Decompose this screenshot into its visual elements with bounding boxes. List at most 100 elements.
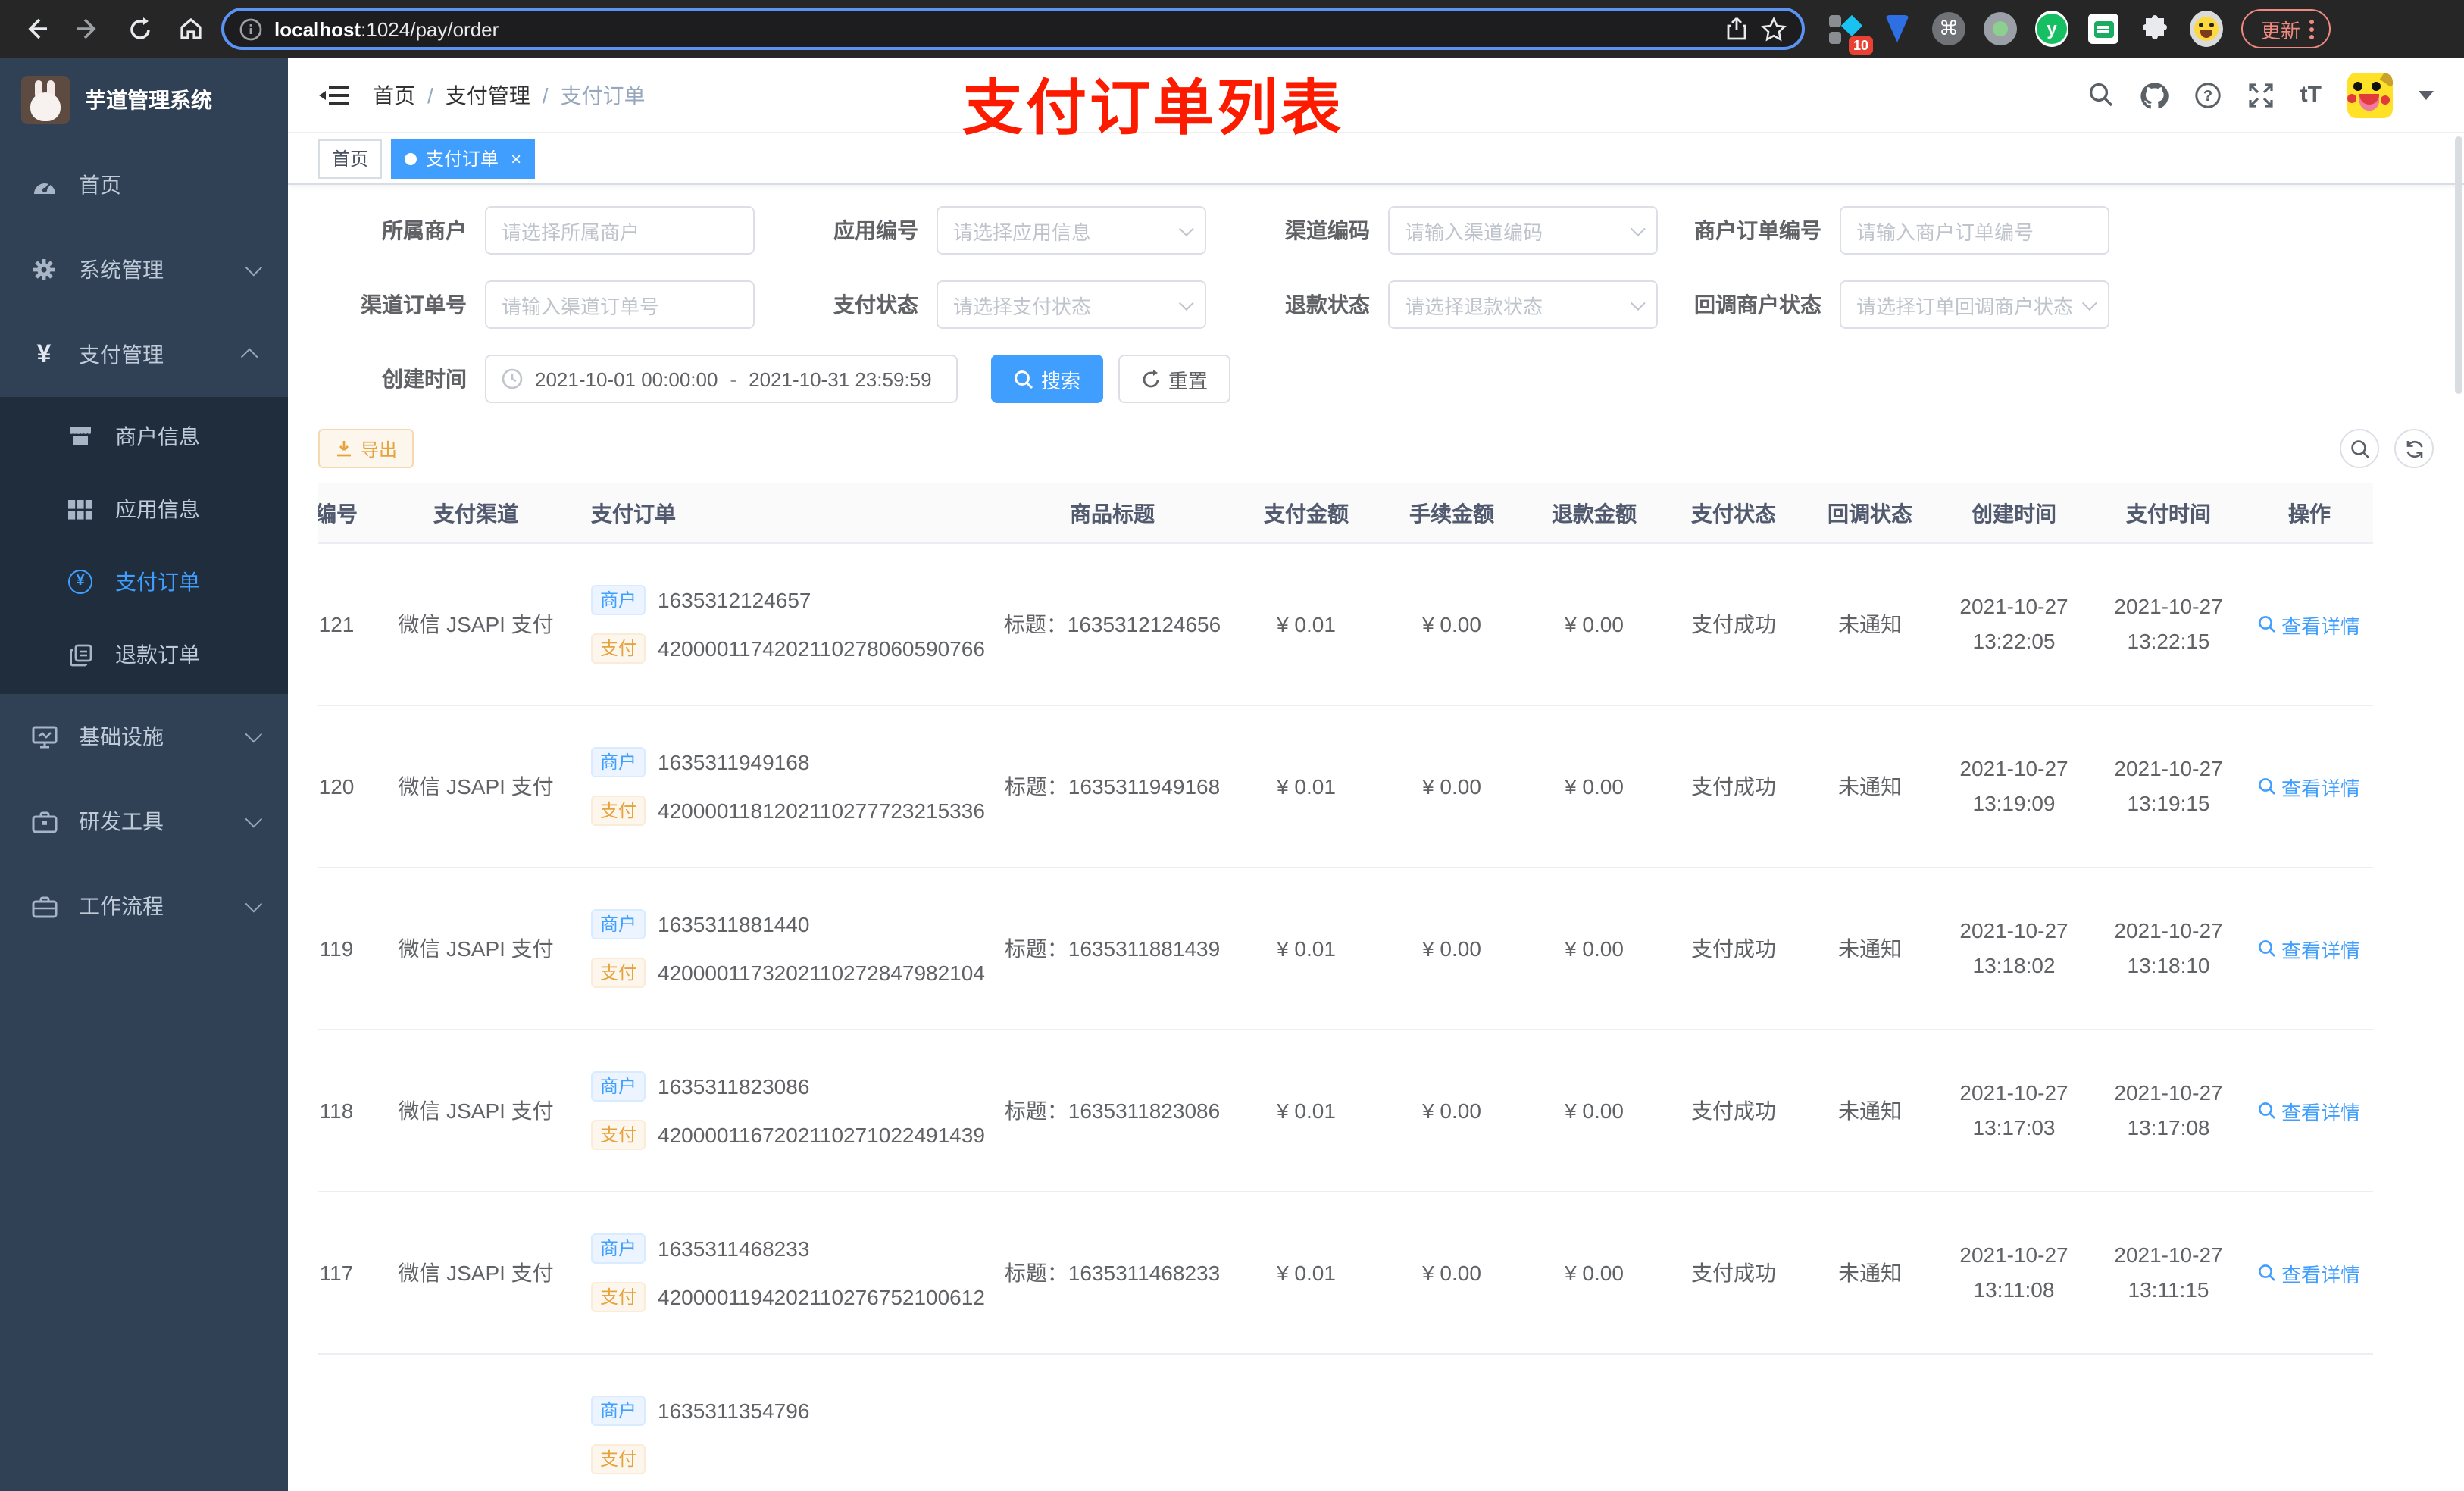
cell-id: 120 xyxy=(318,774,355,799)
cell-notify-status: 未通知 xyxy=(1838,1261,1902,1285)
sidebar-item-home[interactable]: 首页 xyxy=(0,142,288,227)
home-icon[interactable] xyxy=(170,8,212,50)
tab-pay-order[interactable]: 支付订单 × xyxy=(391,139,536,178)
view-detail-link[interactable]: 查看详情 xyxy=(2259,934,2360,963)
cell-amount: ¥ 0.01 xyxy=(1277,612,1336,636)
channel-order-no-input[interactable]: 请输入渠道订单号 xyxy=(485,280,755,329)
channel-order-no: 4200001181202110277723215336 xyxy=(658,799,985,823)
site-info-icon[interactable] xyxy=(239,17,262,40)
cell-fee: ¥ 0.00 xyxy=(1422,1261,1481,1285)
create-time-range-picker[interactable]: 2021-10-01 00:00:00 - 2021-10-31 23:59:5… xyxy=(485,355,958,403)
forward-icon[interactable] xyxy=(67,8,109,50)
y-extension-icon[interactable]: y xyxy=(2035,11,2068,47)
profile-avatar-icon[interactable] xyxy=(2190,11,2223,47)
breadcrumb-pay-mgmt[interactable]: 支付管理 xyxy=(446,80,530,110)
tasks-extension-icon[interactable]: 10 xyxy=(1829,12,1873,55)
dashboard-icon xyxy=(30,173,58,196)
refresh-button[interactable] xyxy=(2394,429,2434,468)
documents-icon xyxy=(67,643,94,666)
chevron-down-icon xyxy=(2081,295,2097,311)
merchant-order-no: 1635311823086 xyxy=(658,1074,810,1099)
merchant-input[interactable]: 请选择所属商户 xyxy=(485,206,755,255)
sidebar-item-merchant-info[interactable]: 商户信息 xyxy=(0,400,288,473)
top-navbar: 首页 / 支付管理 / 支付订单 支付订单列表 ? tT xyxy=(288,58,2464,142)
cell-amount: ¥ 0.01 xyxy=(1277,1261,1336,1285)
extensions-area: 10 ⌘ y 更新 xyxy=(1829,9,2331,55)
cell-pay-order: 商户 1635312124657 支付 4200001174202110278060… xyxy=(567,585,991,664)
avatar-caret-icon[interactable] xyxy=(2419,90,2434,99)
merchant-order-no-input[interactable]: 请输入商户订单编号 xyxy=(1840,206,2109,255)
bookmark-star-icon[interactable] xyxy=(1761,16,1787,42)
app-id-select[interactable]: 请选择应用信息 xyxy=(937,206,1206,255)
close-tab-icon[interactable]: × xyxy=(511,148,521,169)
cell-channel: 微信 JSAPI 支付 xyxy=(398,936,554,961)
cell-id: 118 xyxy=(319,1099,354,1123)
sidebar-item-app-info[interactable]: 应用信息 xyxy=(0,473,288,545)
help-icon[interactable]: ? xyxy=(2194,81,2222,108)
cell-notify-status: 未通知 xyxy=(1838,936,1902,961)
pay-tag: 支付 xyxy=(591,1444,646,1474)
payment-submenu: 商户信息 应用信息 ¥ 支付订单 退款订单 xyxy=(0,397,288,694)
collapse-sidebar-icon[interactable] xyxy=(318,83,349,107)
merchant-tag: 商户 xyxy=(591,747,646,777)
view-detail-link[interactable]: 查看详情 xyxy=(2259,1258,2360,1287)
view-detail-link[interactable]: 查看详情 xyxy=(2259,610,2360,639)
question-glyph: ? xyxy=(2203,87,2212,104)
cell-fee: ¥ 0.00 xyxy=(1422,936,1481,961)
github-icon[interactable] xyxy=(2140,81,2169,108)
page-scrollbar[interactable] xyxy=(2455,136,2462,394)
cell-pay-order: 商户 1635311468233 支付 4200001194202110276752… xyxy=(567,1233,991,1312)
notify-status-select[interactable]: 请选择订单回调商户状态 xyxy=(1840,280,2109,329)
tab-home[interactable]: 首页 xyxy=(318,139,383,178)
font-size-icon[interactable]: tT xyxy=(2300,82,2322,108)
toggle-search-button[interactable] xyxy=(2340,429,2379,468)
view-detail-link[interactable]: 查看详情 xyxy=(2259,1096,2360,1125)
cell-create-time: 2021-10-27 13:17:03 xyxy=(1959,1080,2068,1139)
sidebar-item-pay-order[interactable]: ¥ 支付订单 xyxy=(0,545,288,618)
chevron-down-icon xyxy=(1630,295,1646,311)
grid-table-icon xyxy=(67,499,94,519)
cell-fee: ¥ 0.00 xyxy=(1422,612,1481,636)
back-icon[interactable] xyxy=(15,8,58,50)
share-icon[interactable] xyxy=(1724,17,1749,41)
table-row: 118 微信 JSAPI 支付 商户 1635311823086 支付 420000… xyxy=(318,1030,2373,1192)
cell-notify-status: 未通知 xyxy=(1838,612,1902,636)
fullscreen-icon[interactable] xyxy=(2247,81,2275,108)
merchant-order-no: 1635311354796 xyxy=(658,1399,810,1423)
reload-icon[interactable] xyxy=(118,8,161,50)
reset-button[interactable]: 重置 xyxy=(1118,355,1231,403)
recorder-extension-icon[interactable] xyxy=(1984,12,2017,45)
chevron-down-icon xyxy=(1178,295,1194,311)
kite-extension-icon[interactable] xyxy=(1881,12,1914,45)
update-button[interactable]: 更新 xyxy=(2241,9,2331,48)
view-detail-link[interactable]: 查看详情 xyxy=(2259,772,2360,801)
sidebar-item-payment[interactable]: ¥ 支付管理 xyxy=(0,312,288,397)
sidebar-item-refund-order[interactable]: 退款订单 xyxy=(0,618,288,691)
export-button[interactable]: 导出 xyxy=(318,429,414,468)
cell-id: 121 xyxy=(318,612,355,636)
cell-pay-status: 支付成功 xyxy=(1691,1261,1776,1285)
refund-status-select[interactable]: 请选择退款状态 xyxy=(1388,280,1658,329)
extension-badge: 10 xyxy=(1848,36,1873,55)
cell-pay-order: 商户 1635311881440 支付 4200001173202110272847… xyxy=(567,909,991,988)
pay-tag: 支付 xyxy=(591,1120,646,1150)
orders-table: 编号 支付渠道 支付订单 商品标题 支付金额 手续金额 退款金额 支付状态 回调… xyxy=(318,483,2434,1491)
command-extension-icon[interactable]: ⌘ xyxy=(1932,12,1965,45)
cell-channel: 微信 JSAPI 支付 xyxy=(398,1099,554,1123)
sidebar-item-dev-tools[interactable]: 研发工具 xyxy=(0,779,288,864)
channel-code-select[interactable]: 请输入渠道编码 xyxy=(1388,206,1658,255)
merchant-tag: 商户 xyxy=(591,1071,646,1102)
chat-extension-icon[interactable] xyxy=(2087,12,2120,45)
sidebar-item-workflow[interactable]: 工作流程 xyxy=(0,864,288,949)
cell-id: 119 xyxy=(319,936,354,961)
pay-status-select[interactable]: 请选择支付状态 xyxy=(937,280,1206,329)
search-icon[interactable] xyxy=(2088,82,2114,108)
search-button[interactable]: 搜索 xyxy=(991,355,1104,403)
user-avatar[interactable] xyxy=(2347,72,2393,117)
sidebar-item-system[interactable]: 系统管理 xyxy=(0,227,288,312)
sidebar-item-infrastructure[interactable]: 基础设施 xyxy=(0,694,288,779)
puzzle-extensions-icon[interactable] xyxy=(2138,12,2172,45)
browser-menu-icon[interactable] xyxy=(2309,19,2315,39)
breadcrumb-home[interactable]: 首页 xyxy=(373,80,415,110)
address-bar[interactable]: localhost:1024/pay/order xyxy=(221,8,1805,50)
